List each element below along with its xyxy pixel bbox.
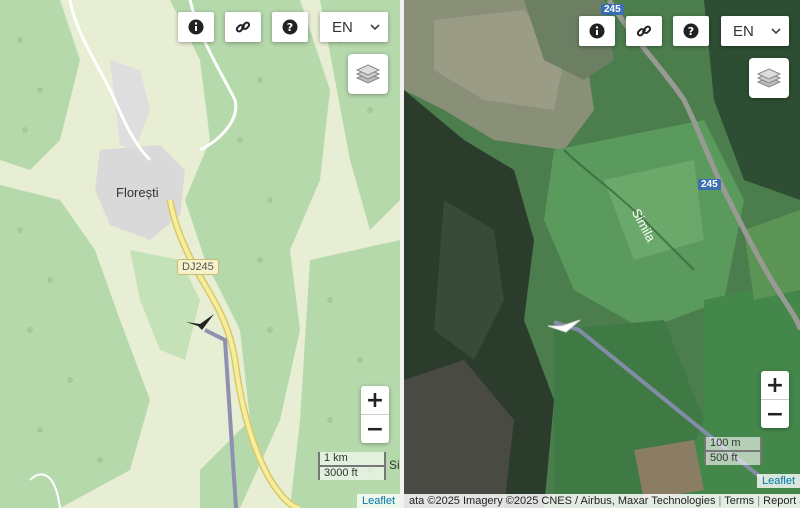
- zoom-out-button-right[interactable]: −: [761, 399, 789, 428]
- help-icon: ?: [282, 19, 298, 35]
- terms-link[interactable]: Terms: [724, 495, 754, 507]
- info-button-left[interactable]: [178, 12, 214, 42]
- language-value-right: EN: [733, 22, 754, 40]
- svg-text:?: ?: [688, 25, 694, 38]
- link-icon: [636, 25, 652, 37]
- help-button-right[interactable]: ?: [673, 16, 709, 46]
- place-label-floresti: Florești: [116, 185, 159, 200]
- zoom-control-right: + −: [761, 371, 789, 428]
- zoom-in-button-right[interactable]: +: [761, 371, 789, 399]
- imagery-credit-text: ata ©2025 Imagery ©2025 CNES / Airbus, M…: [409, 495, 716, 507]
- language-value: EN: [332, 18, 353, 36]
- scale-bar-right: 100 m 500 ft: [704, 437, 762, 465]
- link-button-left[interactable]: [225, 12, 261, 42]
- leaflet-attribution-right: Leaflet: [756, 474, 800, 488]
- scale-imperial-right: 500 ft: [704, 450, 762, 465]
- layers-button-right[interactable]: [749, 58, 789, 98]
- road-label-dj245: DJ245: [177, 259, 219, 275]
- street-map-canvas[interactable]: [0, 0, 400, 508]
- info-icon: [188, 19, 204, 35]
- help-button-left[interactable]: ?: [272, 12, 308, 42]
- zoom-in-button[interactable]: +: [361, 386, 389, 414]
- layers-icon: [756, 68, 782, 88]
- attribution-left: Leaflet: [356, 494, 400, 508]
- layers-icon: [355, 64, 381, 84]
- chevron-down-icon: [771, 28, 781, 35]
- chevron-down-icon: [370, 24, 380, 31]
- leaflet-link-right[interactable]: Leaflet: [762, 475, 795, 487]
- link-icon: [235, 21, 251, 33]
- leaflet-link[interactable]: Leaflet: [362, 495, 395, 507]
- imagery-attribution: ata ©2025 Imagery ©2025 CNES / Airbus, M…: [404, 494, 800, 508]
- language-select-right[interactable]: EN: [721, 16, 789, 46]
- edge-place-label: Si: [389, 458, 400, 472]
- info-icon: [589, 23, 605, 39]
- report-map-error-link[interactable]: Report a map error: [763, 495, 800, 507]
- layers-button-left[interactable]: [348, 54, 388, 94]
- road-badge-245-mid: 245: [698, 179, 721, 190]
- zoom-out-button[interactable]: −: [361, 414, 389, 443]
- zoom-control-left: + −: [361, 386, 389, 443]
- road-badge-245-top: 245: [601, 4, 624, 15]
- language-select-left[interactable]: EN: [320, 12, 388, 42]
- svg-text:?: ?: [287, 21, 293, 34]
- scale-imperial: 3000 ft: [318, 465, 386, 480]
- satellite-map-canvas[interactable]: [404, 0, 800, 508]
- satellite-map-pane[interactable]: Simila 245 245 + − 100 m 500 ft Leaflet …: [404, 0, 800, 508]
- scale-bar-left: 1 km 3000 ft: [318, 452, 386, 480]
- link-button-right[interactable]: [626, 16, 662, 46]
- info-button-right[interactable]: [579, 16, 615, 46]
- help-icon: ?: [683, 23, 699, 39]
- street-map-pane[interactable]: Florești DJ245 Si + − 1 km 3000 ft Leafl…: [0, 0, 400, 508]
